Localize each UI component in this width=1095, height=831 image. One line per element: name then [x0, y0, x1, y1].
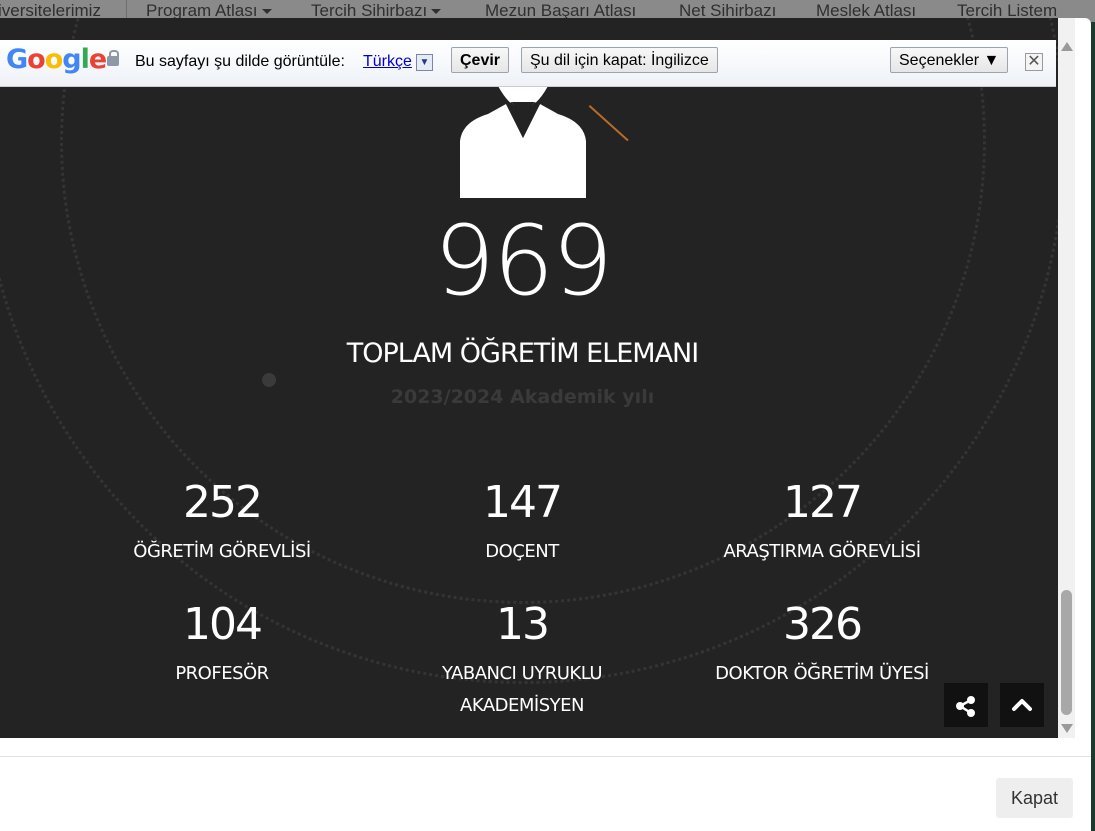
- scroll-up-arrow-icon[interactable]: [1061, 42, 1073, 51]
- disable-language-button[interactable]: Şu dil için kapat: İngilizce: [521, 47, 718, 73]
- modal-dialog: 969 TOPLAM ÖĞRETİM ELEMANI 2023/2024 Aka…: [0, 18, 1091, 831]
- total-staff-number: 969: [433, 205, 613, 317]
- chevron-up-icon: [1012, 699, 1032, 711]
- lock-icon: [107, 50, 119, 66]
- close-icon[interactable]: ✕: [1025, 53, 1043, 71]
- close-modal-button[interactable]: Kapat: [996, 778, 1073, 818]
- stat-lecturer: 252 ÖĞRETİM GÖREVLİSİ: [72, 476, 372, 568]
- stat-label: DOÇENT: [485, 541, 559, 562]
- frame-scrollbar[interactable]: [1058, 18, 1075, 738]
- translate-button[interactable]: Çevir: [451, 47, 510, 73]
- options-button[interactable]: Seçenekler ▼: [890, 47, 1009, 73]
- stat-foreign-academic: 13 YABANCI UYRUKLU AKADEMİSYEN: [372, 598, 672, 722]
- stat-professor: 104 PROFESÖR: [72, 598, 372, 690]
- modal-footer-divider: [0, 756, 1091, 757]
- stat-value: 252: [183, 477, 263, 528]
- stat-label: ARAŞTIRMA GÖREVLİSİ: [723, 541, 921, 562]
- scroll-to-top-button[interactable]: [1000, 683, 1044, 727]
- stat-value: 326: [783, 599, 863, 650]
- person-icon: [460, 86, 586, 198]
- embedded-page-frame: 969 TOPLAM ÖĞRETİM ELEMANI 2023/2024 Aka…: [0, 18, 1058, 738]
- language-select[interactable]: Türkçe: [363, 52, 412, 72]
- caret-down-icon: [431, 9, 442, 15]
- stat-label: PROFESÖR: [175, 663, 269, 684]
- share-button[interactable]: [944, 683, 988, 727]
- stat-associate-professor: 147 DOÇENT: [372, 476, 672, 568]
- stat-value: 13: [496, 599, 550, 650]
- stat-value: 104: [183, 599, 263, 650]
- stat-label: YABANCI UYRUKLU AKADEMİSYEN: [441, 663, 603, 716]
- translate-prompt: Bu sayfayı şu dilde görüntüle:: [135, 53, 345, 70]
- total-staff-label: TOPLAM ÖĞRETİM ELEMANI: [346, 338, 699, 369]
- scrollbar-thumb[interactable]: [1061, 590, 1072, 715]
- google-logo: Google: [6, 44, 107, 75]
- translate-bar: Google Bu sayfayı şu dilde görüntüle: Tü…: [0, 40, 1056, 87]
- academic-year-label: 2023/2024 Akademik yılı: [390, 386, 655, 408]
- stat-research-assistant: 127 ARAŞTIRMA GÖREVLİSİ: [672, 476, 972, 568]
- share-icon: [956, 696, 975, 717]
- caret-down-icon: [261, 9, 272, 15]
- stat-value: 147: [483, 477, 563, 528]
- stat-assistant-professor: 326 DOKTOR ÖĞRETİM ÜYESİ: [672, 598, 972, 690]
- stat-label: ÖĞRETİM GÖREVLİSİ: [133, 541, 311, 562]
- stat-label: DOKTOR ÖĞRETİM ÜYESİ: [715, 663, 929, 684]
- scroll-down-arrow-icon[interactable]: [1061, 724, 1073, 733]
- dropdown-arrow-icon[interactable]: ▼: [416, 54, 433, 71]
- stat-value: 127: [783, 477, 863, 528]
